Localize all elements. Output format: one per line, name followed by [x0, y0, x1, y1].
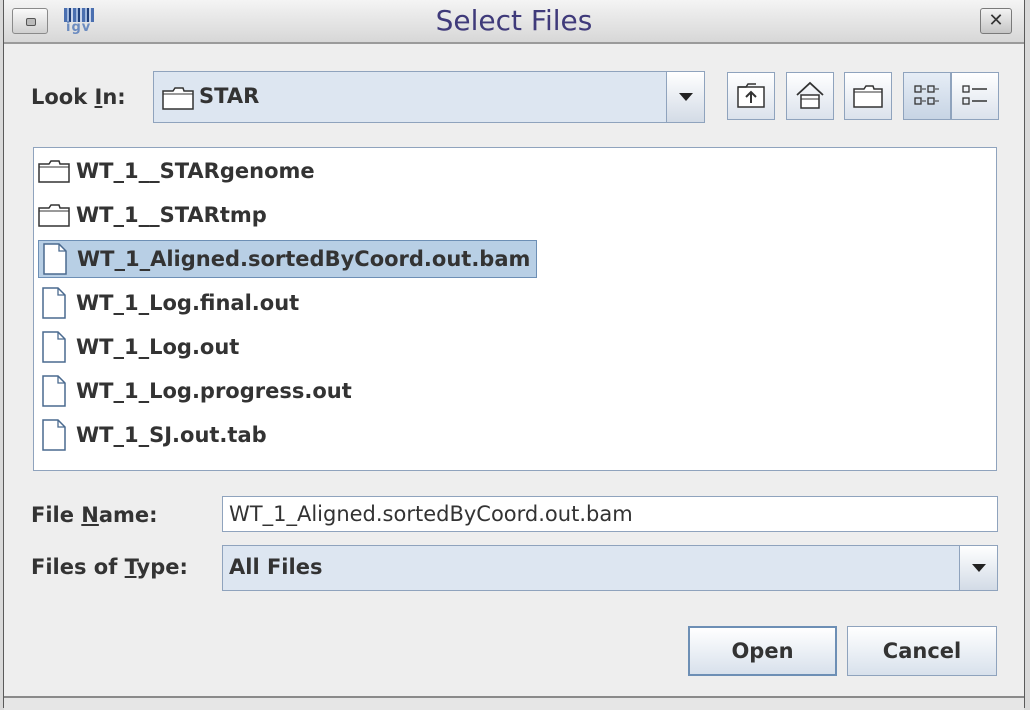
- chevron-down-icon[interactable]: [666, 72, 704, 122]
- up-one-level-button[interactable]: [727, 72, 775, 120]
- file-name-label: File Name:: [31, 503, 158, 527]
- folder-icon: [38, 203, 70, 227]
- file-icon: [41, 419, 67, 451]
- chevron-down-icon[interactable]: [959, 546, 997, 590]
- files-of-type-label: Files of Type:: [31, 555, 188, 579]
- select-files-dialog: igv Select Files ✕ Look In: STAR WT_1__S…: [3, 0, 1025, 710]
- open-button[interactable]: Open: [688, 626, 837, 676]
- files-of-type-value: All Files: [229, 555, 323, 579]
- file-list[interactable]: WT_1__STARgenome WT_1__STARtmp WT_1_Aligne…: [33, 147, 997, 471]
- file-name: WT_1__STARtmp: [76, 203, 267, 227]
- details-view-button[interactable]: [951, 72, 999, 120]
- home-icon: [796, 81, 824, 109]
- list-view-icon: [914, 85, 939, 105]
- look-in-value: STAR: [199, 84, 260, 108]
- new-folder-icon: [853, 85, 883, 108]
- look-in-combo[interactable]: STAR: [153, 71, 705, 123]
- new-folder-button[interactable]: [844, 72, 892, 120]
- list-item[interactable]: WT_1_SJ.out.tab: [38, 416, 273, 454]
- details-view-icon: [962, 85, 987, 105]
- list-item[interactable]: WT_1__STARtmp: [38, 196, 273, 234]
- title-bar[interactable]: igv Select Files ✕: [4, 0, 1024, 44]
- file-name: WT_1_Log.out: [76, 335, 240, 359]
- list-item[interactable]: WT_1_Log.out: [38, 328, 245, 366]
- file-name: WT_1_SJ.out.tab: [76, 423, 267, 447]
- folder-icon: [38, 159, 70, 183]
- cancel-button[interactable]: Cancel: [847, 626, 997, 676]
- file-name: WT_1_Aligned.sortedByCoord.out.bam: [77, 247, 531, 271]
- dialog-title: Select Files: [435, 4, 593, 37]
- home-button[interactable]: [786, 72, 834, 120]
- file-name-input[interactable]: [223, 497, 997, 531]
- list-item[interactable]: WT_1_Log.final.out: [38, 284, 305, 322]
- list-item[interactable]: WT_1__STARgenome: [38, 152, 321, 190]
- file-name-field[interactable]: [222, 496, 998, 532]
- files-of-type-combo[interactable]: All Files: [222, 545, 998, 591]
- list-view-button[interactable]: [903, 72, 951, 120]
- folder-up-icon: [737, 83, 765, 108]
- file-icon: [42, 243, 68, 275]
- folder-icon: [162, 86, 194, 114]
- file-name: WT_1_Log.progress.out: [76, 379, 352, 403]
- close-icon[interactable]: ✕: [980, 8, 1012, 34]
- file-icon: [41, 331, 67, 363]
- look-in-label: Look In:: [31, 85, 126, 109]
- list-item[interactable]: WT_1_Aligned.sortedByCoord.out.bam: [38, 240, 538, 278]
- file-name: WT_1__STARgenome: [76, 159, 315, 183]
- list-item[interactable]: WT_1_Log.progress.out: [38, 372, 358, 410]
- file-name: WT_1_Log.final.out: [76, 291, 300, 315]
- file-icon: [41, 375, 67, 407]
- file-icon: [41, 287, 67, 319]
